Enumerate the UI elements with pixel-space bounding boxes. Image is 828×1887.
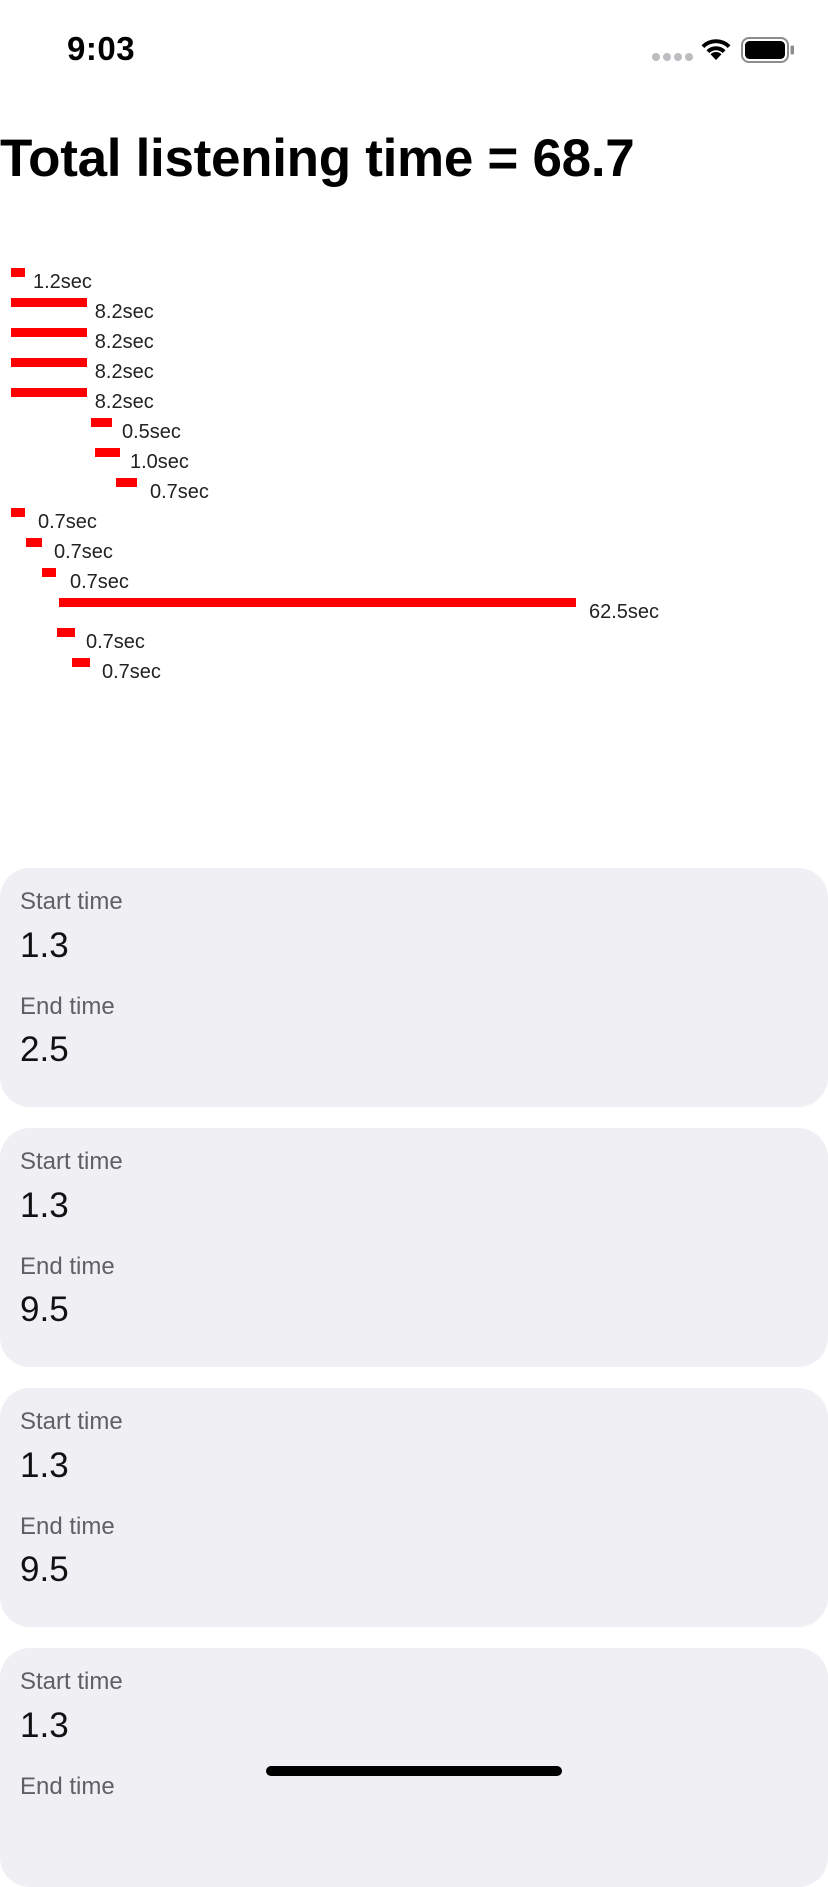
timeline-label: 0.7sec: [150, 481, 209, 503]
timeline-bar: [11, 328, 87, 337]
end-time-label: End time: [20, 1773, 115, 1800]
start-time-value: 1.3: [20, 1446, 69, 1485]
end-time-label: End time: [20, 1253, 115, 1280]
timeline-bar: [71, 658, 91, 667]
timeline-label: 8.2sec: [94, 331, 154, 353]
timeline-label: 1.2sec: [33, 271, 92, 293]
timeline-bar: [57, 628, 75, 637]
start-time-label: Start time: [20, 1408, 123, 1435]
timeline-label: 0.7sec: [38, 511, 97, 533]
status-time: 9:03: [67, 30, 136, 67]
start-time-value: 1.3: [20, 926, 69, 965]
timeline-bar: [11, 358, 87, 367]
timeline-bar: [11, 298, 87, 307]
timeline-label: 8.2sec: [94, 391, 154, 413]
page-title: Total listening time = 68.7: [0, 129, 635, 188]
timeline-bar: [59, 598, 577, 607]
home-indicator: [266, 1766, 562, 1776]
battery-icon: [741, 37, 794, 63]
timeline-bar: [25, 538, 43, 547]
segment-card[interactable]: Start time 1.3 End time 9.5: [0, 1128, 828, 1367]
timeline-bar: [116, 478, 137, 487]
timeline-bar: [11, 508, 25, 517]
start-time-label: Start time: [20, 1668, 123, 1695]
start-time-value: 1.3: [20, 1186, 69, 1225]
timeline-bar: [95, 448, 121, 457]
signal-dots-icon: [652, 53, 693, 61]
start-time-value: 1.3: [20, 1706, 69, 1745]
end-time-value: 9.5: [20, 1550, 69, 1589]
timeline-label: 8.2sec: [94, 301, 154, 323]
segment-card[interactable]: Start time 1.3 End time 2.5: [0, 868, 828, 1107]
timeline-bar: [91, 418, 112, 427]
start-time-label: Start time: [20, 1148, 123, 1175]
timeline-label: 8.2sec: [94, 361, 154, 383]
timeline-label: 62.5sec: [589, 601, 660, 623]
wifi-icon: [701, 39, 731, 60]
timeline-label: 0.7sec: [70, 571, 129, 593]
timeline-bar: [11, 388, 87, 397]
status-bar: 9:03: [0, 0, 828, 100]
segment-card[interactable]: Start time 1.3 End time 9.5: [0, 1388, 828, 1627]
timeline-label: 0.7sec: [102, 661, 161, 683]
timeline-bar: [11, 268, 25, 277]
timeline-label: 1.0sec: [130, 451, 189, 473]
timeline-label: 0.5sec: [122, 421, 181, 443]
end-time-label: End time: [20, 1513, 115, 1540]
end-time-value: 9.5: [20, 1290, 69, 1329]
timeline-bar: [42, 568, 57, 577]
end-time-label: End time: [20, 993, 115, 1020]
end-time-value: 2.5: [20, 1030, 69, 1069]
timeline-label: 0.7sec: [54, 541, 113, 563]
timeline-label: 0.7sec: [86, 631, 145, 653]
listening-timeline: 1.2sec 8.2sec 8.2sec 8.2sec 8.2sec 0.5sec 1.0s…: [0, 250, 828, 690]
start-time-label: Start time: [20, 888, 123, 915]
